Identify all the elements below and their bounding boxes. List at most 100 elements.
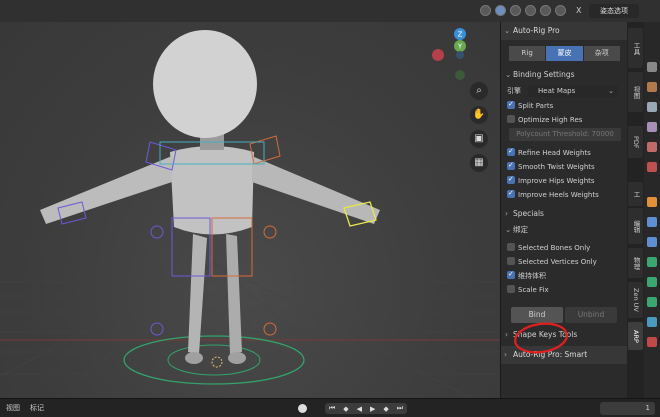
traj-controller[interactable]	[167, 344, 261, 376]
rendered-shading-icon[interactable]	[525, 5, 536, 16]
tool-icon[interactable]	[647, 62, 657, 72]
selected-vertices-only-row[interactable]: Selected Vertices Only	[501, 255, 627, 269]
camera-icon[interactable]: ▣	[470, 130, 488, 148]
preserve-volume-row[interactable]: 维持体积	[501, 267, 627, 283]
vtab-physics[interactable]: 物理	[628, 248, 643, 278]
tab-rig[interactable]: Rig	[509, 46, 547, 61]
refine-head-weights-row[interactable]: Refine Head Weights	[501, 144, 627, 160]
render-icon[interactable]	[647, 82, 657, 92]
vtab-arp[interactable]: ARP	[628, 322, 643, 350]
floor-grid	[0, 261, 500, 398]
refine-head-weights-checkbox[interactable]	[507, 144, 515, 158]
polycount-threshold-field[interactable]: Polycount Threshold: 70000	[509, 128, 621, 141]
wireframe-shading-icon[interactable]	[480, 5, 491, 16]
improve-heels-weights-checkbox[interactable]	[507, 186, 515, 200]
scene-canvas[interactable]: Z Y	[0, 22, 500, 398]
current-frame-field[interactable]: 1	[600, 402, 655, 415]
foot-pole-left[interactable]	[150, 322, 164, 336]
split-parts-row[interactable]: Split Parts	[501, 97, 627, 113]
gizmo-neg-y-icon[interactable]	[455, 70, 465, 80]
selected-bones-only-row[interactable]: Selected Bones Only	[501, 241, 627, 255]
chevron-right-icon: ›	[505, 330, 508, 339]
pole-controller-left[interactable]	[150, 225, 164, 239]
panel-title[interactable]: ⌄ Auto-Rig Pro	[501, 22, 627, 40]
playback-controls: ⏮ ◆ ◀ ▶ ◆ ⏭	[325, 403, 407, 414]
root-controller[interactable]	[123, 335, 305, 385]
3d-viewport[interactable]: Z Y ⌕ ✋ ▣ ▦	[0, 22, 500, 398]
material-shading-icon[interactable]	[510, 5, 521, 16]
vtab-tool[interactable]: 工具	[628, 28, 643, 68]
3d-cursor-icon[interactable]	[211, 356, 223, 368]
head	[153, 30, 257, 138]
overlay-icon[interactable]	[540, 5, 551, 16]
tab-skin[interactable]: 蒙皮	[546, 46, 584, 61]
pose-options-dropdown[interactable]: 姿态选项	[589, 4, 639, 18]
jump-start-icon[interactable]: ⏮	[329, 404, 335, 413]
close-icon[interactable]: X	[576, 6, 585, 16]
gizmo-center	[456, 51, 464, 59]
play-icon[interactable]: ▶	[370, 405, 375, 413]
vtab-misc[interactable]: 工	[628, 182, 643, 206]
marker-menu[interactable]: 标记	[30, 403, 44, 413]
foot-pole-right[interactable]	[263, 322, 277, 336]
next-key-icon[interactable]: ◆	[383, 405, 388, 413]
jump-end-icon[interactable]: ⏭	[397, 404, 403, 413]
properties-icon-strip	[644, 22, 660, 398]
optimize-high-res-checkbox[interactable]	[507, 115, 515, 123]
viewport-tools: ⌕ ✋ ▣ ▦	[470, 82, 488, 172]
material-icon[interactable]	[647, 317, 657, 327]
play-reverse-icon[interactable]: ◀	[357, 405, 362, 413]
vtab-edit[interactable]: 编辑	[628, 208, 643, 244]
smart-panel-title[interactable]: › Auto-Rig Pro: Smart	[501, 346, 627, 364]
improve-hips-weights-row[interactable]: Improve Hips Weights	[501, 172, 627, 188]
solid-shading-icon[interactable]	[495, 5, 506, 16]
left-foot	[185, 352, 203, 364]
view-layer-icon[interactable]	[647, 122, 657, 132]
improve-heels-weights-row[interactable]: Improve Heels Weights	[501, 186, 627, 202]
optimize-high-res-row[interactable]: Optimize High Res	[501, 113, 627, 127]
xray-icon[interactable]	[555, 5, 566, 16]
smooth-twist-weights-row[interactable]: Smooth Twist Weights	[501, 158, 627, 174]
vtab-zen-uv[interactable]: Zen UV	[628, 282, 643, 318]
scale-fix-checkbox[interactable]	[507, 285, 515, 293]
prev-key-icon[interactable]: ◆	[343, 405, 348, 413]
bind-section[interactable]: ⌄ 绑定	[501, 222, 627, 238]
binding-settings-section[interactable]: ⌄ Binding Settings	[501, 67, 627, 83]
scene-icon[interactable]	[647, 142, 657, 152]
selected-bones-only-checkbox[interactable]	[507, 243, 515, 251]
vtab-pdf[interactable]: PDF	[628, 126, 643, 158]
pole-controller-right[interactable]	[263, 225, 277, 239]
record-icon[interactable]	[298, 404, 307, 413]
hand-icon[interactable]: ✋	[470, 106, 488, 124]
chevron-down-icon: ⌄	[504, 26, 511, 35]
smooth-twist-weights-checkbox[interactable]	[507, 158, 515, 172]
view-menu[interactable]: 视图	[6, 403, 20, 413]
physics-icon[interactable]	[647, 257, 657, 267]
particles-icon[interactable]	[647, 237, 657, 247]
gizmo-x-icon[interactable]	[432, 49, 444, 61]
right-arm	[252, 156, 380, 224]
improve-hips-weights-checkbox[interactable]	[507, 172, 515, 186]
object-icon[interactable]	[647, 197, 657, 207]
world-icon[interactable]	[647, 162, 657, 172]
unbind-button[interactable]: Unbind	[565, 307, 617, 323]
zoom-icon[interactable]: ⌕	[470, 82, 488, 100]
output-icon[interactable]	[647, 102, 657, 112]
data-icon[interactable]	[647, 297, 657, 307]
vtab-view[interactable]: 视图	[628, 72, 643, 112]
shape-keys-tools-section[interactable]: › Shape Keys Tools	[501, 327, 627, 343]
engine-select[interactable]: Heat Maps ⌄	[528, 85, 618, 97]
constraints-icon[interactable]	[647, 277, 657, 287]
texture-icon[interactable]	[647, 337, 657, 347]
modifier-icon[interactable]	[647, 217, 657, 227]
bind-button[interactable]: Bind	[511, 307, 563, 323]
specials-section[interactable]: › Specials	[501, 206, 627, 222]
grid-icon[interactable]: ▦	[470, 154, 488, 172]
split-parts-checkbox[interactable]	[507, 97, 515, 111]
sidebar-tab-strip: 工具 视图 PDF 工 编辑 物理 Zen UV ARP	[627, 22, 644, 398]
tab-misc[interactable]: 杂项	[583, 46, 621, 61]
auto-rig-pro-panel: ⌄ Auto-Rig Pro Rig 蒙皮 杂项 ⌄ Binding Setti…	[500, 22, 627, 398]
preserve-volume-checkbox[interactable]	[507, 267, 515, 281]
scale-fix-row[interactable]: Scale Fix	[501, 283, 627, 297]
selected-vertices-only-checkbox[interactable]	[507, 257, 515, 265]
